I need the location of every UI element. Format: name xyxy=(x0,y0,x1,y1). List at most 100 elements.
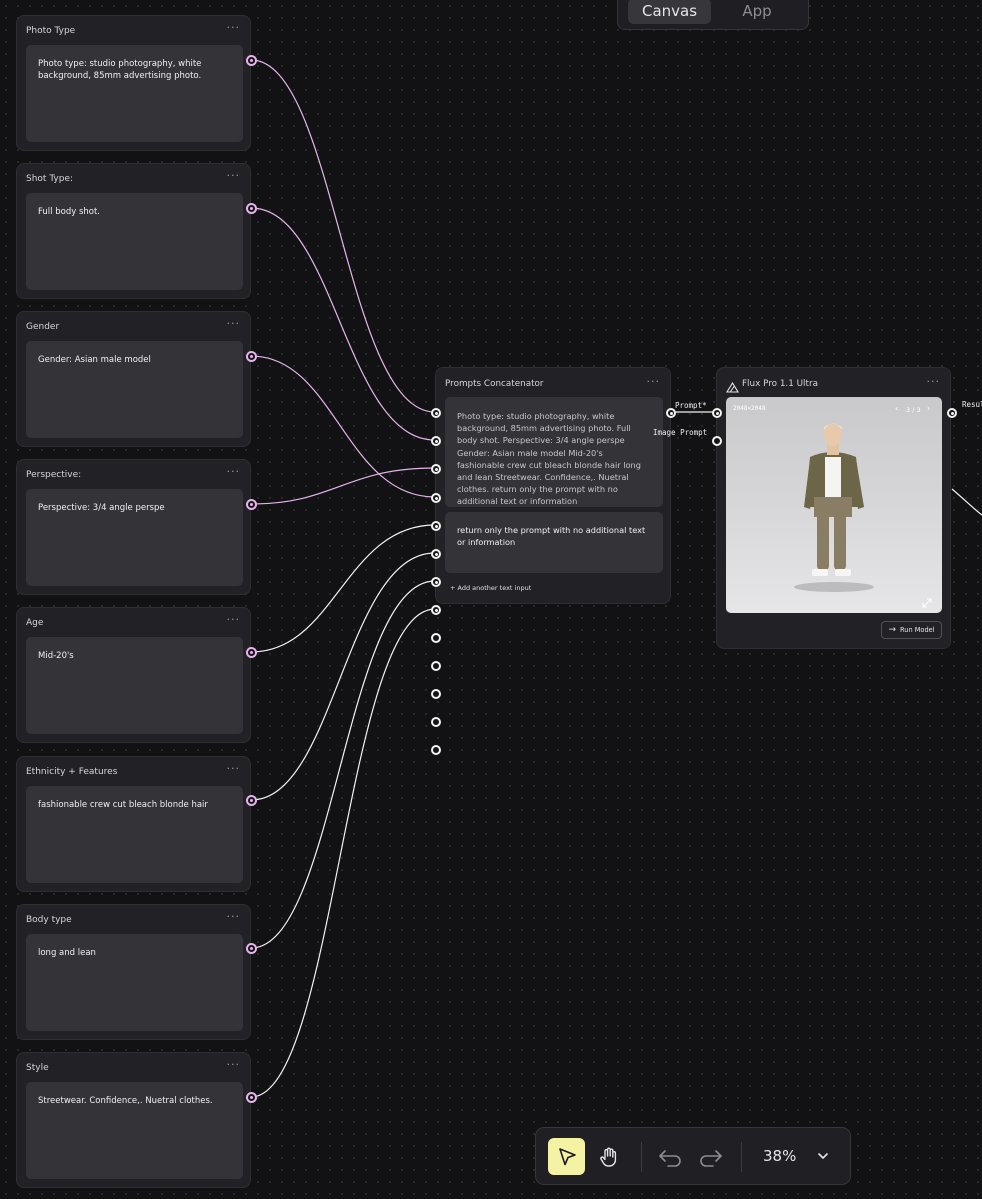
input-port-empty[interactable] xyxy=(431,633,441,643)
wire-photo-type xyxy=(250,59,436,413)
node-title: Body type xyxy=(26,915,72,925)
wire-shot-type xyxy=(250,207,436,441)
select-tool-button[interactable] xyxy=(548,1138,585,1175)
wire-style xyxy=(250,608,436,1098)
image-prompt-label: Image Prompt xyxy=(653,428,708,437)
node-menu-icon[interactable]: ··· xyxy=(227,169,241,182)
undo-button[interactable] xyxy=(651,1138,688,1175)
redo-button[interactable] xyxy=(692,1138,729,1175)
node-shot-type[interactable]: Shot Type: ··· Full body shot. xyxy=(16,163,251,299)
node-photo-type[interactable]: Photo Type ··· Photo type: studio photog… xyxy=(16,15,251,151)
combined-prompt-text[interactable]: Photo type: studio photography, white ba… xyxy=(445,397,663,507)
node-menu-icon[interactable]: ··· xyxy=(927,375,941,388)
prompts-concatenator-node[interactable]: Prompts Concatenator ··· Photo type: stu… xyxy=(435,367,671,604)
input-port[interactable] xyxy=(431,549,441,559)
node-menu-icon[interactable]: ··· xyxy=(227,762,241,775)
node-menu-icon[interactable]: ··· xyxy=(227,21,241,34)
node-title: Perspective: xyxy=(26,470,82,480)
canvas-tab-label: Canvas xyxy=(641,2,698,20)
toolbar-divider xyxy=(741,1142,742,1172)
pointer-icon xyxy=(558,1147,576,1165)
input-port[interactable] xyxy=(431,493,441,503)
hand-tool-button[interactable] xyxy=(590,1138,627,1175)
view-switch: Canvas App xyxy=(617,0,809,30)
node-text-field[interactable]: Photo type: studio photography, white ba… xyxy=(26,45,243,142)
node-menu-icon[interactable]: ··· xyxy=(227,910,241,923)
node-style[interactable]: Style ··· Streetwear. Confidence,. Nuetr… xyxy=(16,1052,251,1188)
node-menu-icon[interactable]: ··· xyxy=(227,465,241,478)
model-prompt-input-port[interactable] xyxy=(712,408,722,418)
node-menu-icon[interactable]: ··· xyxy=(227,613,241,626)
output-port[interactable] xyxy=(246,499,257,510)
node-text-field[interactable]: Mid-20's xyxy=(26,637,243,734)
node-body-type[interactable]: Body type ··· long and lean xyxy=(16,904,251,1040)
wire-perspective xyxy=(250,467,436,505)
model-image-prompt-port[interactable] xyxy=(712,436,722,446)
input-port[interactable] xyxy=(431,577,441,587)
node-age[interactable]: Age ··· Mid-20's xyxy=(16,607,251,743)
expand-icon[interactable] xyxy=(922,593,932,612)
concatenator-title: Prompts Concatenator xyxy=(445,379,544,389)
wire-age xyxy=(250,524,436,653)
node-text-field[interactable]: Gender: Asian male model xyxy=(26,341,243,438)
generated-image[interactable]: 2048×2048 ‹ 3 / 3 › xyxy=(726,397,942,613)
output-port[interactable] xyxy=(246,943,257,954)
triangle-logo-icon xyxy=(726,378,739,397)
wire-result-out xyxy=(951,488,982,516)
wire-gender xyxy=(250,355,436,498)
model-result-port[interactable] xyxy=(947,408,957,418)
input-port-empty[interactable] xyxy=(431,689,441,699)
undo-icon xyxy=(658,1149,681,1167)
wire-body-type xyxy=(250,580,436,949)
node-title: Age xyxy=(26,618,44,628)
output-port[interactable] xyxy=(246,55,257,66)
output-port[interactable] xyxy=(246,647,257,658)
node-text-field[interactable]: Full body shot. xyxy=(26,193,243,290)
node-text-field[interactable]: long and lean xyxy=(26,934,243,1031)
input-port[interactable] xyxy=(431,408,441,418)
wire-ethnicity xyxy=(250,552,436,801)
input-port[interactable] xyxy=(431,464,441,474)
node-ethnicity-features[interactable]: Ethnicity + Features ··· fashionable cre… xyxy=(16,756,251,892)
arrow-right-icon: → xyxy=(888,625,896,635)
output-label: Prompt* xyxy=(675,401,707,410)
output-port[interactable] xyxy=(246,203,257,214)
zoom-level[interactable]: 38% xyxy=(763,1147,796,1165)
node-text-field[interactable]: Perspective: 3/4 angle perspe xyxy=(26,489,243,586)
node-title: Photo Type xyxy=(26,26,76,36)
extra-text-input[interactable]: return only the prompt with no additiona… xyxy=(445,512,663,573)
run-model-button[interactable]: → Run Model xyxy=(881,621,942,639)
canvas-tab[interactable]: Canvas xyxy=(628,0,711,24)
node-menu-icon[interactable]: ··· xyxy=(647,375,661,388)
redo-icon xyxy=(699,1149,722,1167)
input-port[interactable] xyxy=(431,521,441,531)
node-gender[interactable]: Gender ··· Gender: Asian male model xyxy=(16,311,251,447)
node-title: Gender xyxy=(26,322,60,332)
input-port-empty[interactable] xyxy=(431,717,441,727)
model-title: Flux Pro 1.1 Ultra xyxy=(742,379,818,389)
output-port[interactable] xyxy=(246,1092,257,1103)
app-tab[interactable]: App xyxy=(726,0,788,24)
hand-icon xyxy=(599,1147,616,1167)
node-title: Style xyxy=(26,1063,49,1073)
canvas-toolbar: 38% xyxy=(535,1127,851,1185)
input-port[interactable] xyxy=(431,605,441,615)
node-menu-icon[interactable]: ··· xyxy=(227,317,241,330)
output-port[interactable] xyxy=(246,351,257,362)
node-text-field[interactable]: Streetwear. Confidence,. Nuetral clothes… xyxy=(26,1082,243,1179)
app-tab-label: App xyxy=(742,2,772,20)
output-port[interactable] xyxy=(246,795,257,806)
node-title: Ethnicity + Features xyxy=(26,767,118,777)
result-label: Resul xyxy=(962,400,982,409)
chevron-down-icon[interactable] xyxy=(816,1148,830,1167)
node-title: Shot Type: xyxy=(26,174,74,184)
input-port-empty[interactable] xyxy=(431,745,441,755)
input-port[interactable] xyxy=(431,436,441,446)
node-perspective[interactable]: Perspective: ··· Perspective: 3/4 angle … xyxy=(16,459,251,595)
input-port-empty[interactable] xyxy=(431,661,441,671)
add-text-input-button[interactable]: + Add another text input xyxy=(450,584,531,592)
node-menu-icon[interactable]: ··· xyxy=(227,1058,241,1071)
run-model-label: Run Model xyxy=(900,626,935,634)
node-text-field[interactable]: fashionable crew cut bleach blonde hair xyxy=(26,786,243,883)
flux-pro-model-node[interactable]: Flux Pro 1.1 Ultra ··· 2048×2048 ‹ 3 / 3… xyxy=(716,367,951,649)
